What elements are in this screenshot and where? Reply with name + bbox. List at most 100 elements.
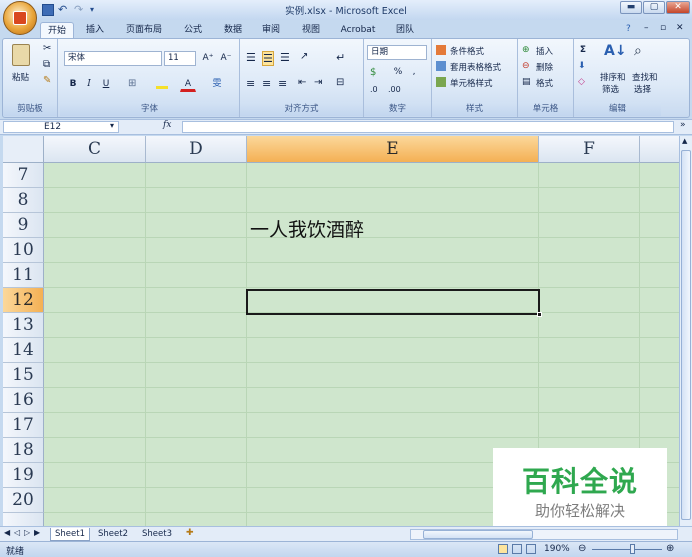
scroll-up-icon[interactable]: ▲ [682, 137, 687, 145]
zoom-slider[interactable] [592, 549, 662, 550]
zoom-slider-thumb[interactable] [630, 544, 635, 554]
tab-data[interactable]: 数据 [216, 22, 250, 38]
row-header-13[interactable]: 13 [3, 313, 44, 338]
row-header-18[interactable]: 18 [3, 438, 44, 463]
comma-button[interactable]: , [408, 65, 420, 80]
name-box-dropdown-icon[interactable]: ▾ [110, 121, 114, 130]
increase-decimal-icon[interactable]: .0 [370, 85, 378, 94]
paste-icon[interactable] [12, 44, 30, 66]
close-workbook-icon[interactable]: ✕ [676, 23, 684, 33]
find-select-icon[interactable]: ⌕ [634, 43, 642, 59]
row-header-7[interactable]: 7 [3, 163, 44, 188]
vertical-scrollbar[interactable]: ▲ [679, 136, 692, 526]
insert-cells-button[interactable]: 插入 [536, 45, 553, 57]
tab-insert[interactable]: 插入 [78, 22, 112, 38]
align-middle-icon[interactable]: ☰ [262, 51, 274, 66]
autosum-button[interactable]: Σ [576, 43, 590, 58]
fill-handle[interactable] [537, 312, 542, 317]
select-all-corner[interactable] [3, 136, 44, 163]
formula-input[interactable] [182, 121, 674, 133]
align-right-icon[interactable]: ≡ [278, 77, 287, 90]
row-header-11[interactable]: 11 [3, 263, 44, 288]
wrap-text-icon[interactable]: ↵ [336, 51, 345, 64]
minimize-button[interactable]: ▬ [620, 1, 642, 14]
tab-view[interactable]: 视图 [294, 22, 328, 38]
row-header-19[interactable]: 19 [3, 463, 44, 488]
tab-page-layout[interactable]: 页面布局 [118, 22, 170, 38]
zoom-in-icon[interactable]: ⊕ [666, 543, 674, 554]
format-as-table-button[interactable]: 套用表格格式 [450, 61, 501, 73]
merge-center-icon[interactable]: ⊟ [336, 77, 344, 88]
row-header-21[interactable] [3, 513, 44, 526]
expand-formula-icon[interactable]: » [680, 120, 686, 130]
zoom-level[interactable]: 190% [544, 544, 570, 554]
phonetic-button[interactable]: 雯 [208, 77, 226, 92]
page-layout-view-icon[interactable] [512, 544, 522, 554]
tab-home[interactable]: 开始 [40, 22, 74, 38]
restore-icon[interactable]: ▫ [660, 23, 666, 33]
horizontal-scroll-thumb[interactable] [423, 530, 533, 539]
sort-filter-icon[interactable]: A↓ [604, 43, 627, 59]
conditional-format-button[interactable]: 条件格式 [450, 45, 484, 57]
column-header-e[interactable]: E [247, 136, 539, 163]
sort-filter-label[interactable]: 排序和 [600, 71, 626, 83]
align-bottom-icon[interactable]: ☰ [280, 51, 290, 64]
grow-font-button[interactable]: A⁺ [200, 51, 216, 66]
row-header-17[interactable]: 17 [3, 413, 44, 438]
vertical-scroll-thumb[interactable] [681, 150, 691, 520]
orientation-icon[interactable]: ↗ [300, 51, 308, 62]
horizontal-scrollbar[interactable] [410, 529, 678, 540]
italic-button[interactable]: I [82, 77, 96, 92]
format-painter-icon[interactable]: ✎ [43, 75, 51, 86]
align-center-icon[interactable]: ≡ [262, 77, 271, 90]
sheet-tab-sheet2[interactable]: Sheet2 [94, 528, 132, 541]
copy-icon[interactable]: ⧉ [43, 59, 50, 70]
decrease-indent-icon[interactable]: ⇤ [298, 77, 306, 88]
increase-indent-icon[interactable]: ⇥ [314, 77, 322, 88]
insert-sheet-icon[interactable]: ✚ [186, 528, 194, 538]
column-header-g[interactable] [640, 136, 679, 163]
cut-icon[interactable]: ✂ [43, 43, 51, 54]
column-header-d[interactable]: D [146, 136, 247, 163]
align-top-icon[interactable]: ☰ [246, 51, 256, 64]
decrease-decimal-icon[interactable]: .00 [388, 85, 401, 94]
sheet-tab-sheet1[interactable]: Sheet1 [50, 528, 90, 541]
align-left-icon[interactable]: ≡ [246, 77, 255, 90]
next-sheet-icon[interactable]: ▷ [24, 528, 30, 537]
insert-function-button[interactable]: fx [163, 120, 171, 130]
font-color-button[interactable]: A [180, 77, 196, 92]
shrink-font-button[interactable]: A⁻ [218, 51, 234, 66]
row-header-10[interactable]: 10 [3, 238, 44, 263]
sheet-tab-sheet3[interactable]: Sheet3 [138, 528, 176, 541]
underline-button[interactable]: U [98, 77, 114, 92]
currency-icon[interactable]: $ [370, 67, 376, 78]
normal-view-icon[interactable] [498, 544, 508, 554]
tab-review[interactable]: 审阅 [254, 22, 288, 38]
zoom-out-icon[interactable]: ⊖ [578, 543, 586, 554]
fill-color-icon[interactable] [156, 78, 168, 89]
format-cells-button[interactable]: 格式 [536, 77, 553, 89]
clear-icon[interactable]: ◇ [578, 77, 585, 87]
page-break-view-icon[interactable] [526, 544, 536, 554]
help-icon[interactable]: ? [626, 24, 631, 34]
find-select-label-2[interactable]: 选择 [634, 83, 651, 95]
name-box[interactable]: E12 [3, 121, 119, 133]
tab-acrobat[interactable]: Acrobat [334, 22, 382, 38]
first-sheet-icon[interactable]: ◀ [4, 528, 10, 537]
border-icon[interactable]: ⊞ [128, 78, 136, 89]
close-button[interactable]: ✕ [666, 1, 690, 14]
row-header-9[interactable]: 9 [3, 213, 44, 238]
tab-formulas[interactable]: 公式 [176, 22, 210, 38]
row-header-15[interactable]: 15 [3, 363, 44, 388]
row-header-12[interactable]: 12 [3, 288, 44, 313]
active-cell-e12[interactable] [246, 289, 542, 317]
percent-button[interactable]: % [392, 65, 404, 80]
maximize-button[interactable]: ▢ [643, 1, 665, 14]
column-header-f[interactable]: F [539, 136, 640, 163]
number-format-select[interactable]: 日期 [367, 45, 427, 60]
bold-button[interactable]: B [66, 77, 80, 92]
row-header-8[interactable]: 8 [3, 188, 44, 213]
font-name-select[interactable]: 宋体 [64, 51, 162, 66]
fill-icon[interactable]: ⬇ [578, 61, 586, 71]
column-header-c[interactable]: C [44, 136, 146, 163]
